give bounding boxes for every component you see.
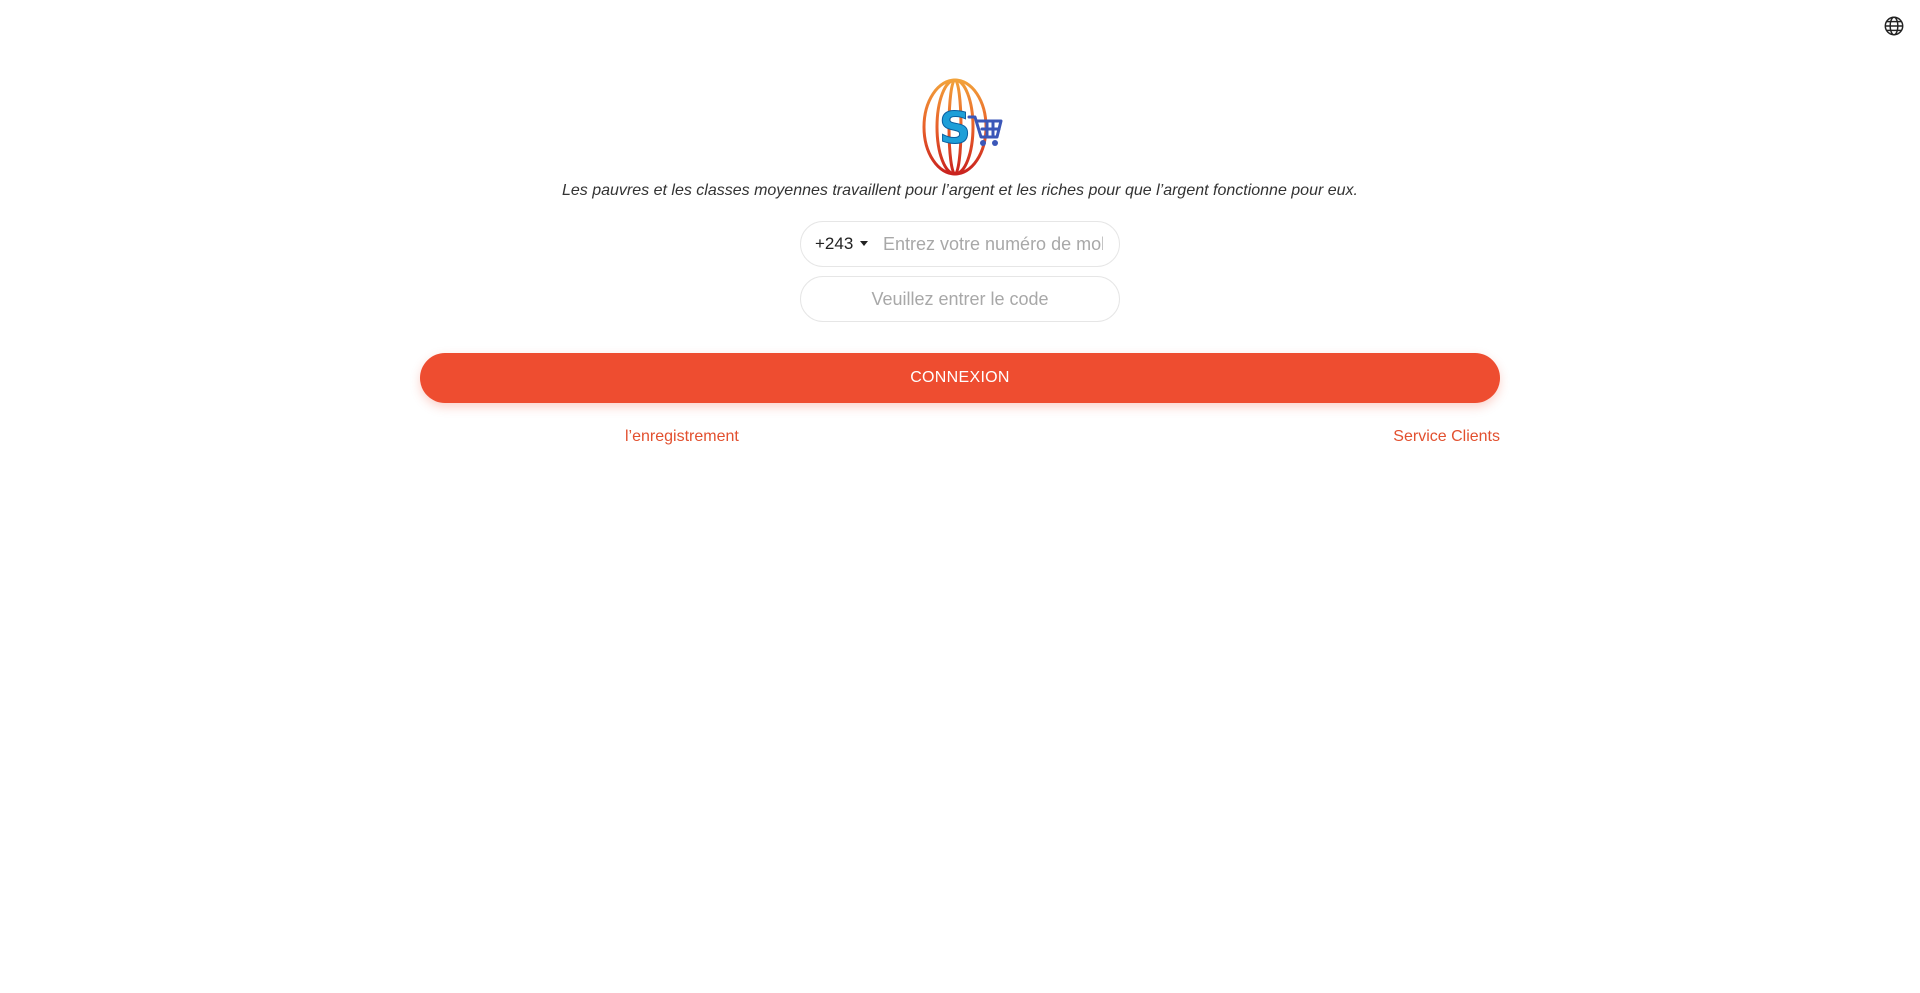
slogan-text: Les pauvres et les classes moyennes trav… (561, 182, 1358, 199)
phone-number-input[interactable] (871, 233, 1119, 255)
country-code-select[interactable]: +243 (801, 234, 871, 254)
code-input[interactable] (801, 287, 1119, 311)
language-button[interactable] (1882, 14, 1906, 38)
globe-icon (1884, 16, 1904, 36)
country-code-label: +243 (815, 234, 854, 253)
customer-service-link[interactable]: Service Clients (1393, 428, 1500, 446)
app-logo: S (919, 77, 1003, 179)
logo-letter: S (939, 103, 971, 154)
chevron-down-icon (860, 240, 869, 246)
login-button[interactable]: CONNEXION (420, 353, 1500, 403)
phone-field: +243 (800, 221, 1120, 267)
register-link[interactable]: l’enregistrement (625, 428, 739, 446)
code-field (800, 276, 1120, 322)
login-page: S Les pauvres et les classes moyennes tr… (0, 0, 1920, 993)
